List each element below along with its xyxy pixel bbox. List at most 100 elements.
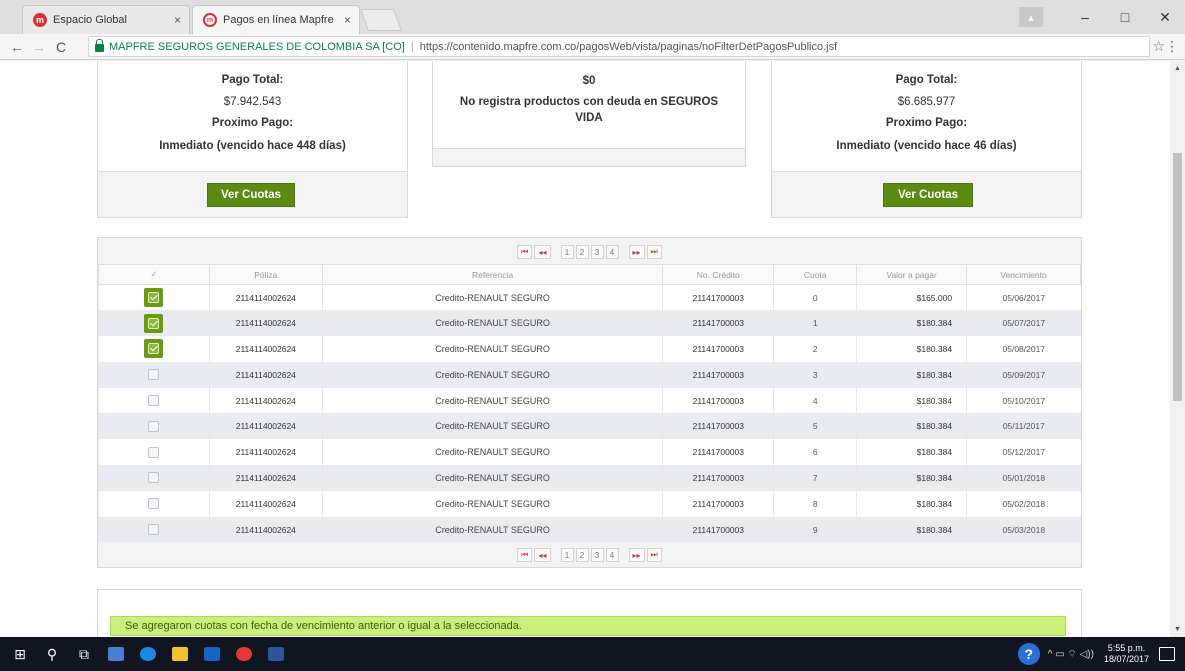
edge-icon[interactable] [132,637,164,671]
start-button[interactable]: ⊞ [4,637,36,671]
lock-icon [95,39,104,52]
table-row[interactable]: 2114114002624 Credito-RENAULT SEGURO 21141… [98,361,1081,388]
cell-valor: $180.384 [856,490,967,517]
cell-poliza: 2114114002624 [208,336,323,362]
installments-table: ✓ Póliza Referencia No. Crédito Cuota Va… [98,264,1081,543]
page-1-button[interactable]: 1 [560,245,574,259]
forward-button[interactable]: → [28,39,50,55]
minimize-button[interactable]: – [1065,9,1105,25]
scroll-down-icon[interactable]: ▼ [1174,626,1181,633]
next-page-button[interactable]: ▸▸ [628,245,645,259]
header-referencia: Referencia [321,264,664,285]
cell-vencimiento: 05/03/2018 [966,516,1081,543]
browser-tab-bar: m Espacio Global × m Pagos en línea Mapf… [0,0,1185,34]
cell-cuota: 4 [773,387,857,414]
total-amount: $7.942.543 [223,96,282,108]
table-row[interactable]: 2114114002624 Credito-RENAULT SEGURO 21141… [98,516,1081,543]
cell-credito: 21141700003 [662,465,774,491]
table-row[interactable]: 2114114002624 Credito-RENAULT SEGURO 21141… [98,310,1081,337]
next-payment-label: Proximo Pago: [885,117,968,129]
ver-cuotas-button[interactable]: Ver Cuotas [207,183,295,207]
page-2-button[interactable]: 2 [575,548,589,562]
page-2-button[interactable]: 2 [575,245,589,259]
prev-page-button[interactable]: ◂◂ [534,548,551,562]
cell-poliza: 2114114002624 [208,439,323,466]
task-view-icon[interactable]: ⧉ [68,637,100,671]
browser-menu-icon[interactable]: ⋮ [1165,38,1179,55]
page-1-button[interactable]: 1 [560,548,574,562]
header-credito: No. Crédito [662,264,775,285]
product-card-left: Pago Total: $7.942.543 Proximo Pago: Inm… [97,61,408,218]
table-row[interactable]: 2114114002624 Credito-RENAULT SEGURO 21141… [98,336,1081,362]
cell-vencimiento: 05/01/2018 [966,465,1081,491]
row-checkbox[interactable] [144,391,163,410]
row-checkbox[interactable] [144,288,164,308]
first-page-button[interactable]: ⏮ [517,245,533,259]
back-button[interactable]: ← [6,39,28,55]
tab-close-icon[interactable]: × [174,13,181,27]
tab-close-icon[interactable]: × [344,13,351,27]
new-tab-button[interactable] [359,9,403,31]
tray-icons[interactable]: ^ ▭ ⌔ ◁)) [1048,648,1094,661]
bookmark-star-icon[interactable]: ☆ [1152,38,1165,55]
table-row[interactable]: 2114114002624 Credito-RENAULT SEGURO 21141… [98,387,1081,414]
page-4-button[interactable]: 4 [605,548,619,562]
next-page-button[interactable]: ▸▸ [628,548,645,562]
table-row[interactable]: 2114114002624 Credito-RENAULT SEGURO 21141… [98,439,1081,466]
last-page-button[interactable]: ⏭ [646,245,662,259]
file-explorer-icon[interactable] [164,637,196,671]
row-checkbox[interactable] [144,520,163,539]
reload-button[interactable]: C [50,39,72,55]
cell-referencia: Credito-RENAULT SEGURO [321,387,663,414]
row-checkbox[interactable] [144,494,163,513]
outlook-icon[interactable] [196,637,228,671]
last-page-button[interactable]: ⏭ [646,548,662,562]
cell-valor: $180.384 [856,310,967,337]
url-input[interactable]: MAPFRE SEGUROS GENERALES DE COLOMBIA SA … [88,36,1150,57]
row-checkbox[interactable] [144,365,163,384]
clock[interactable]: 5:55 p.m. 18/07/2017 [1104,643,1149,665]
table-row[interactable]: 2114114002624 Credito-RENAULT SEGURO 21141… [98,490,1081,517]
next-payment-value: Inmediato (vencido hace 46 días) [836,140,1017,152]
row-checkbox[interactable] [144,313,164,333]
profile-icon[interactable]: ▴ [1019,7,1043,27]
cell-referencia: Credito-RENAULT SEGURO [321,284,663,311]
row-checkbox[interactable] [144,443,163,462]
first-page-button[interactable]: ⏮ [517,548,533,562]
table-row[interactable]: 2114114002624 Credito-RENAULT SEGURO 21141… [98,284,1081,311]
table-row[interactable]: 2114114002624 Credito-RENAULT SEGURO 21141… [98,465,1081,491]
page-scrollbar[interactable]: ▲ ▼ [1170,61,1185,637]
close-window-button[interactable]: ✕ [1145,9,1185,26]
word-icon[interactable] [260,637,292,671]
help-icon[interactable]: ? [1017,643,1040,665]
cell-referencia: Credito-RENAULT SEGURO [321,465,663,491]
ver-cuotas-button[interactable]: Ver Cuotas [883,183,973,207]
prev-page-button[interactable]: ◂◂ [534,245,551,259]
page-3-button[interactable]: 3 [590,548,604,562]
page-3-button[interactable]: 3 [590,245,604,259]
maximize-button[interactable]: □ [1105,9,1145,25]
scrollbar-thumb[interactable] [1173,153,1182,401]
cell-vencimiento: 05/08/2017 [966,336,1081,362]
row-checkbox[interactable] [144,339,164,359]
page-4-button[interactable]: 4 [605,245,619,259]
table-row[interactable]: 2114114002624 Credito-RENAULT SEGURO 21141… [98,413,1081,440]
search-icon[interactable]: ⚲ [36,637,68,671]
header-poliza: Póliza [208,264,323,285]
row-select-cell [98,310,210,337]
tab-espacio-global[interactable]: m Espacio Global × [22,5,190,34]
product-card-right: Pago Total: $6.685.977 Proximo Pago: Inm… [771,61,1082,218]
cell-vencimiento: 05/09/2017 [966,361,1081,388]
notifications-icon[interactable] [1159,647,1175,661]
row-checkbox[interactable] [144,468,163,487]
cell-cuota: 3 [773,361,857,388]
row-select-cell [98,439,210,466]
cell-valor: $180.384 [856,516,967,543]
cell-vencimiento: 05/10/2017 [966,387,1081,414]
tab-pagos-en-linea[interactable]: m Pagos en línea Mapfre × [192,5,360,34]
cell-referencia: Credito-RENAULT SEGURO [321,310,663,337]
row-checkbox[interactable] [144,417,163,436]
chrome-icon[interactable] [228,637,260,671]
scroll-up-icon[interactable]: ▲ [1174,65,1181,72]
app-icon[interactable] [100,637,132,671]
